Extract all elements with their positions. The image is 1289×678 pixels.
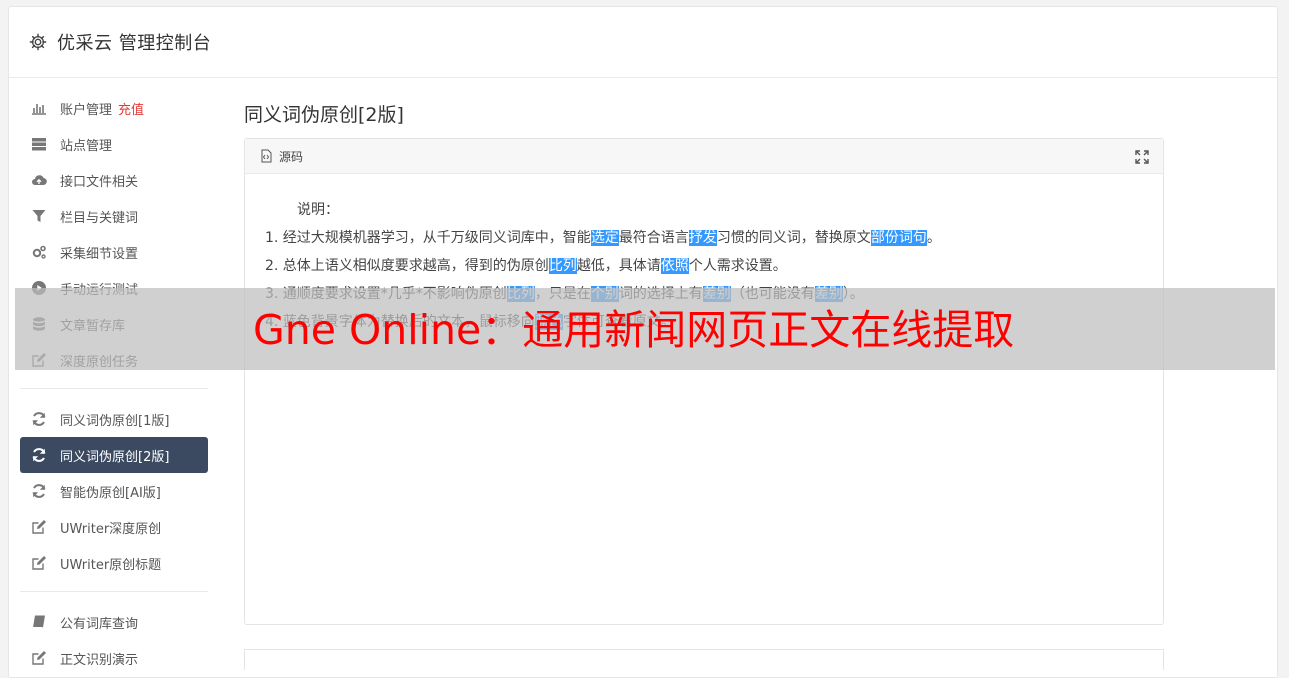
text-segment: 越低，具体请 <box>576 258 661 274</box>
replaced-word[interactable]: 比列 <box>548 258 577 274</box>
sidebar-item-label: 智能伪原创[AI版] <box>60 485 161 501</box>
book-icon <box>30 614 48 630</box>
sidebar-item-label: 公有词库查询 <box>60 616 139 632</box>
sidebar-item-公有词库查询[interactable]: 公有词库查询 <box>20 604 208 640</box>
intro-text: 说明： <box>297 202 339 218</box>
sidebar-item-账户管理[interactable]: 账户管理 充值 <box>20 90 208 126</box>
sidebar-item-label: 同义词伪原创[1版] <box>60 413 170 429</box>
sidebar-item-label: 接口文件相关 <box>60 174 139 190</box>
code-file-icon <box>259 149 273 163</box>
refresh-icon <box>30 483 48 499</box>
sidebar-item-label: 正文识别演示 <box>60 652 139 668</box>
sidebar-item-label: 账户管理 <box>60 102 113 118</box>
replaced-word[interactable]: 词句 <box>898 230 927 246</box>
gear-icon <box>29 33 47 51</box>
sidebar-item-站点管理[interactable]: 站点管理 <box>20 126 208 162</box>
replaced-word[interactable]: 部份 <box>870 230 899 246</box>
expand-icon[interactable] <box>1135 149 1149 164</box>
sidebar-item-label: 采集细节设置 <box>60 246 139 262</box>
replaced-word[interactable]: 依照 <box>660 258 689 274</box>
sidebar-item-label: 栏目与关键词 <box>60 210 139 226</box>
sidebar-item-label: 站点管理 <box>60 138 113 154</box>
sidebar: 账户管理充值站点管理接口文件相关栏目与关键词采集细节设置手动运行测试文章暂存库深… <box>20 90 208 676</box>
text-segment: 2. 总体上语义相似度要求越高，得到的伪原创 <box>265 258 549 274</box>
replaced-word[interactable]: 抒发 <box>688 230 717 246</box>
text-segment: 1. 经过大规模机器学习，从千万级同义词库中，智能 <box>265 230 591 246</box>
sidebar-item-同义词伪原创-2版[interactable]: 同义词伪原创[2版] <box>20 437 208 473</box>
edit-icon <box>30 519 48 535</box>
console-title: 优采云 管理控制台 <box>57 33 212 54</box>
panel-header: 源码 <box>245 139 1163 174</box>
text-segment: 。 <box>926 230 941 246</box>
page-title: 同义词伪原创[2版] <box>244 104 404 126</box>
replaced-word[interactable]: 选定 <box>590 230 619 246</box>
edit-icon <box>30 650 48 666</box>
sidebar-item-正文识别演示[interactable]: 正文识别演示 <box>20 640 208 676</box>
cloud-upload-icon <box>30 172 48 188</box>
description-line: 1. 经过大规模机器学习，从千万级同义词库中，智能选定最符合语言抒发习惯的同义词… <box>265 224 1163 252</box>
sidebar-item-接口文件相关[interactable]: 接口文件相关 <box>20 162 208 198</box>
sidebar-item-UWriter原创标题[interactable]: UWriter原创标题 <box>20 545 208 581</box>
sidebar-item-label: 同义词伪原创[2版] <box>60 449 170 465</box>
sidebar-divider <box>20 591 208 592</box>
sidebar-item-同义词伪原创-1版[interactable]: 同义词伪原创[1版] <box>20 401 208 437</box>
sidebar-item-UWriter深度原创[interactable]: UWriter深度原创 <box>20 509 208 545</box>
panel-label: 源码 <box>279 149 304 164</box>
banner-text: Gne Online：通用新闻网页正文在线提取 <box>253 306 1015 354</box>
refresh-icon <box>30 447 48 463</box>
recharge-link[interactable]: 充值 <box>118 99 144 118</box>
text-segment: 最符合语言 <box>618 230 689 246</box>
overlay-banner: Gne Online：通用新闻网页正文在线提取 <box>15 288 1275 370</box>
sidebar-item-label: UWriter原创标题 <box>60 557 162 573</box>
text-segment: 习惯的同义词，替换原文 <box>716 230 871 246</box>
console-header: 优采云 管理控制台 <box>9 7 1277 78</box>
server-icon <box>30 136 48 152</box>
sidebar-item-栏目与关键词[interactable]: 栏目与关键词 <box>20 198 208 234</box>
sidebar-item-label: UWriter深度原创 <box>60 521 162 537</box>
description-line: 2. 总体上语义相似度要求越高，得到的伪原创比列越低，具体请依照个人需求设置。 <box>265 252 1163 280</box>
refresh-icon <box>30 411 48 427</box>
edit-icon <box>30 555 48 571</box>
filter-icon <box>30 208 48 224</box>
text-segment: 个人需求设置。 <box>688 258 787 274</box>
sidebar-item-智能伪原创-AI版[interactable]: 智能伪原创[AI版] <box>20 473 208 509</box>
sidebar-item-采集细节设置[interactable]: 采集细节设置 <box>20 234 208 270</box>
output-panel <box>244 649 1164 670</box>
sidebar-divider <box>20 388 208 389</box>
source-panel: 源码 说明： 1. 经过大规模机器学习，从千万级同义词库中，智能选定最符合语言抒… <box>244 138 1164 625</box>
bar-chart-icon <box>30 100 48 116</box>
gears-icon <box>30 244 48 260</box>
